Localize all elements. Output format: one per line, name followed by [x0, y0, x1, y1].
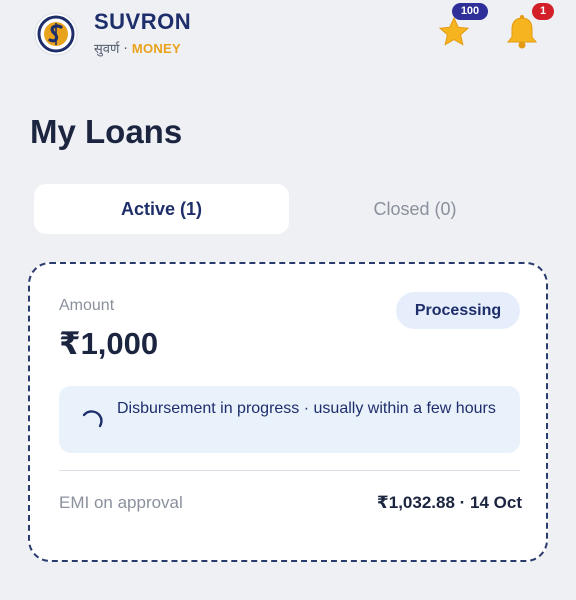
tab-closed-loans[interactable]: Closed (0): [288, 184, 542, 234]
notifications-count-badge: 1: [532, 3, 554, 20]
page-title: My Loans: [30, 113, 183, 150]
amount-value: ₹1,000: [59, 326, 159, 361]
amount-label: Amount: [59, 297, 115, 314]
disbursement-info-box: Disbursement in progress · usually withi…: [59, 386, 520, 453]
loan-card[interactable]: Amount ₹1,000 Processing Disbursement in…: [28, 262, 548, 562]
card-divider: [59, 470, 520, 471]
status-badge: Processing: [396, 292, 520, 329]
brand-tagline-money: MONEY: [131, 41, 181, 56]
app-header: SUVRON सुवर्ण · MONEY 100 1: [0, 0, 576, 70]
spinner-icon: [82, 410, 103, 428]
emi-value: ₹1,032.88 · 14 Oct: [376, 493, 522, 512]
brand-tagline: सुवर्ण · MONEY: [94, 39, 181, 57]
brand-tagline-hindi: सुवर्ण ·: [94, 42, 128, 57]
tab-active-loans[interactable]: Active (1): [34, 184, 289, 234]
brand-name: SUVRON: [94, 9, 192, 34]
loan-tabs: Active (1) Closed (0): [34, 184, 542, 234]
emi-label: EMI on approval: [59, 493, 183, 512]
rewards-count-badge: 100: [452, 3, 488, 20]
disbursement-info-text: Disbursement in progress · usually withi…: [117, 400, 496, 417]
brand-logo: [34, 12, 78, 56]
